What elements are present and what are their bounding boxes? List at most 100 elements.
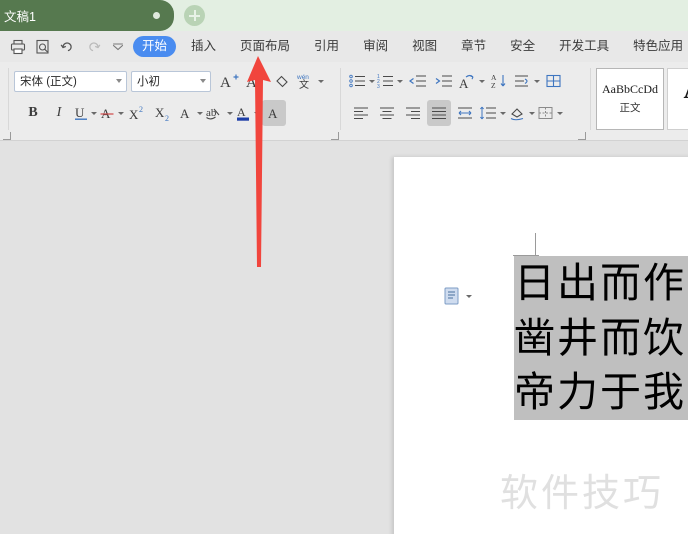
align-left-button[interactable] (349, 100, 373, 126)
chevron-down-icon[interactable] (466, 295, 472, 298)
tab-开发工具[interactable]: 开发工具 (550, 36, 618, 57)
new-tab-button[interactable] (184, 5, 205, 26)
paste-options-icon[interactable] (444, 287, 472, 306)
style-gallery: AaBbCcDd 正文 Aa 标 (596, 68, 688, 130)
style-name-text: 正文 (619, 102, 641, 114)
pinyin-guide-button[interactable]: wén 文 (296, 68, 324, 94)
grow-font-button[interactable]: A (218, 68, 242, 94)
chevron-down-icon[interactable] (557, 111, 563, 115)
align-justify-button[interactable] (427, 100, 451, 126)
tab-章节[interactable]: 章节 (452, 36, 495, 57)
chevron-down-icon[interactable] (318, 79, 324, 83)
tab-开始[interactable]: 开始 (133, 36, 177, 57)
svg-text:2: 2 (139, 105, 143, 114)
plus-icon (189, 10, 200, 21)
style-item-normal[interactable]: AaBbCcDd 正文 (596, 68, 664, 130)
border-button[interactable] (537, 100, 563, 126)
chevron-down-icon[interactable] (479, 79, 485, 83)
subscript-button[interactable]: X 2 (152, 100, 176, 126)
document-tab-close-dot[interactable] (153, 12, 160, 19)
borders-table-button[interactable] (542, 68, 566, 94)
paragraph-dialog-launcher[interactable] (331, 132, 339, 140)
tab-引用[interactable]: 引用 (305, 36, 348, 57)
show-marks-button[interactable] (513, 68, 540, 94)
svg-text:U: U (75, 105, 85, 120)
chevron-down-icon[interactable] (112, 79, 126, 83)
quick-access-toolbar (0, 35, 130, 59)
tab-安全[interactable]: 安全 (501, 36, 544, 57)
sort-button[interactable]: A Z (487, 68, 511, 94)
pinyin-char-button[interactable]: A (457, 68, 485, 94)
chevron-down-icon[interactable] (118, 111, 124, 115)
document-line: 日出而作 (514, 256, 688, 311)
document-tab-active[interactable]: 文稿1 (0, 0, 174, 31)
distribute-button[interactable] (453, 100, 477, 126)
document-line: 凿井而饮 (514, 310, 688, 366)
align-right-button[interactable] (401, 100, 425, 126)
tab-页面布局[interactable]: 页面布局 (231, 36, 299, 57)
font-dialog-launcher[interactable] (3, 132, 11, 140)
chevron-down-icon[interactable] (397, 79, 403, 83)
align-center-button[interactable] (375, 100, 399, 126)
tab-视图[interactable]: 视图 (403, 36, 446, 57)
tab-审阅[interactable]: 审阅 (354, 36, 397, 57)
strikethrough-button[interactable]: A (99, 100, 124, 126)
chevron-down-icon[interactable] (534, 79, 540, 83)
svg-text:A: A (459, 76, 469, 89)
increase-indent-button[interactable] (431, 68, 455, 94)
svg-text:3: 3 (377, 84, 380, 89)
print-preview-icon[interactable] (31, 35, 55, 59)
font-size-value: 小初 (137, 76, 160, 88)
line-spacing-button[interactable] (479, 100, 506, 126)
group-separator (590, 68, 591, 130)
document-body-text[interactable]: 日出而作 凿井而饮 帝力于我 (514, 256, 688, 420)
chevron-down-icon[interactable] (227, 111, 233, 115)
document-line: 帝力于我 (514, 365, 688, 420)
numbering-button[interactable]: 1 2 3 (377, 68, 403, 94)
svg-text:Z: Z (491, 81, 496, 89)
style-item-heading[interactable]: Aa 标 (667, 68, 688, 130)
svg-text:X: X (129, 107, 139, 122)
svg-text:A: A (180, 106, 190, 121)
char-border-button[interactable]: A (178, 100, 203, 126)
svg-text:A: A (237, 105, 246, 119)
font-size-combo[interactable]: 小初 (131, 70, 211, 92)
chevron-down-icon[interactable] (197, 111, 203, 115)
document-workspace[interactable]: 日出而作 凿井而饮 帝力于我 软件技巧 (0, 141, 688, 534)
chevron-down-icon[interactable] (529, 111, 535, 115)
ribbon-tab-strip: 开始 插入 页面布局 引用 审阅 视图 章节 安全 开发工具 特色应用 (0, 31, 688, 62)
shading-button[interactable] (508, 100, 535, 126)
chevron-down-icon[interactable] (369, 79, 375, 83)
chevron-down-icon[interactable] (254, 111, 260, 115)
bold-button[interactable]: B (21, 100, 45, 126)
tab-特色应用[interactable]: 特色应用 (624, 36, 688, 57)
highlight-button[interactable]: ab (205, 100, 233, 126)
font-name-value: 宋体 (正文) (20, 76, 77, 88)
styles-dialog-launcher[interactable] (578, 132, 586, 140)
svg-text:文: 文 (299, 78, 309, 90)
shrink-font-button[interactable]: A (244, 68, 268, 94)
print-icon[interactable] (6, 35, 30, 59)
redo-icon[interactable] (81, 35, 105, 59)
bullets-button[interactable] (349, 68, 375, 94)
clear-format-button[interactable] (270, 68, 294, 94)
document-tab-title: 文稿1 (4, 10, 36, 24)
underline-button[interactable]: U (73, 100, 97, 126)
undo-icon[interactable] (56, 35, 80, 59)
chevron-down-icon[interactable] (91, 111, 97, 115)
italic-button[interactable]: I (47, 100, 71, 126)
document-page[interactable]: 日出而作 凿井而饮 帝力于我 软件技巧 (394, 157, 688, 534)
group-separator (340, 68, 341, 130)
tab-插入[interactable]: 插入 (182, 36, 225, 57)
decrease-indent-button[interactable] (405, 68, 429, 94)
chevron-down-icon[interactable] (500, 111, 506, 115)
svg-text:A: A (268, 106, 278, 121)
char-shading-button[interactable]: A (262, 100, 286, 126)
wps-writer-window: 文稿1 开始 插入 页面布局 引用 审阅 视图 章节 安全 开发工具 特色应用 … (0, 0, 688, 534)
font-name-combo[interactable]: 宋体 (正文) (14, 70, 127, 92)
watermark-text: 软件技巧 (500, 473, 665, 515)
chevron-down-icon[interactable] (196, 79, 210, 83)
superscript-button[interactable]: X 2 (126, 100, 150, 126)
customize-toolbar-icon[interactable] (106, 35, 130, 59)
font-color-button[interactable]: A (235, 100, 260, 126)
